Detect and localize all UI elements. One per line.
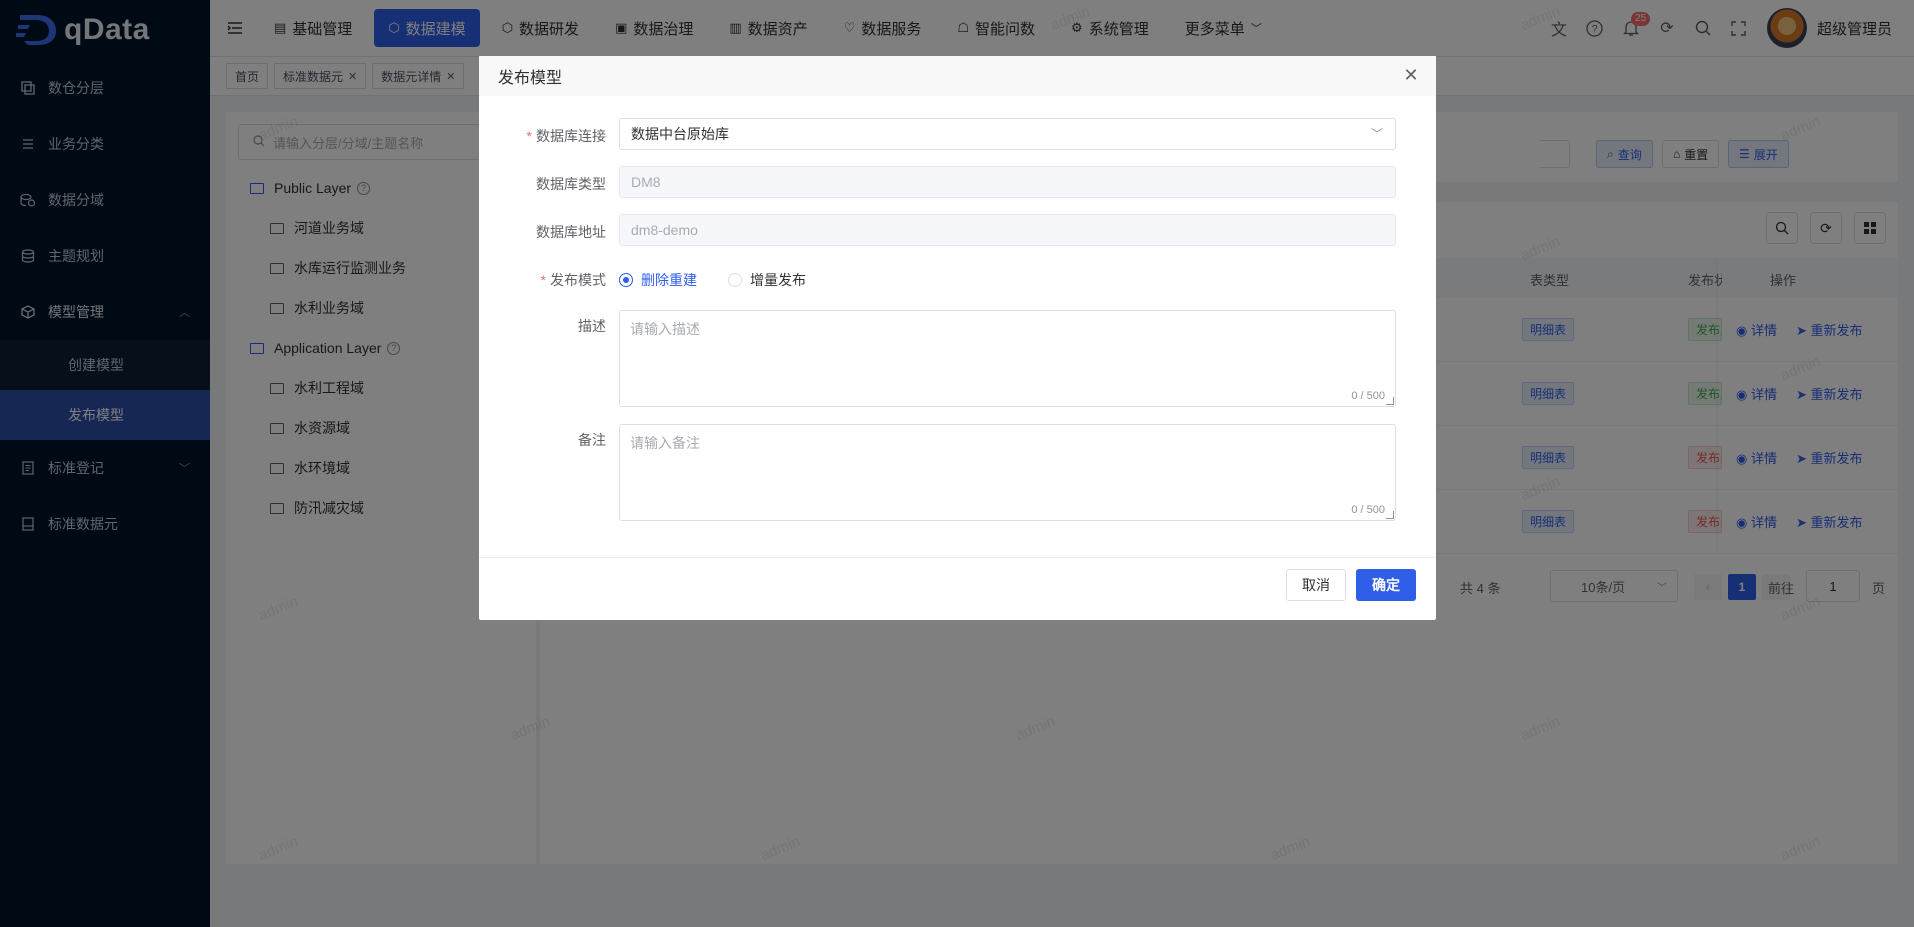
field-label: 数据库类型 — [536, 176, 606, 192]
field-label: * 发布模式 — [479, 270, 606, 290]
description-placeholder: 请输入描述 — [630, 321, 700, 337]
remark-textarea[interactable]: 请输入备注 0 / 500 — [619, 424, 1396, 521]
db-connection-value: 数据中台原始库 — [631, 126, 729, 142]
radio-incremental[interactable]: 增量发布 — [728, 270, 806, 290]
radio-label: 增量发布 — [750, 272, 806, 288]
field-label: 数据库地址 — [536, 224, 606, 240]
db-type-field: DM8 — [619, 166, 1396, 198]
description-textarea[interactable]: 请输入描述 0 / 500 — [619, 310, 1396, 407]
confirm-button[interactable]: 确定 — [1356, 569, 1416, 601]
publish-model-dialog: 发布模型 ✕ * 数据库连接 数据中台原始库 ﹀ 数据库类型 DM8 数据库地址 … — [479, 56, 1436, 620]
dialog-header: 发布模型 ✕ — [479, 56, 1436, 96]
db-address-field: dm8-demo — [619, 214, 1396, 246]
char-count: 0 / 500 — [1351, 504, 1385, 516]
field-label: * 数据库连接 — [479, 126, 606, 146]
field-label-text: 数据库连接 — [536, 128, 606, 144]
radio-checked-icon — [619, 273, 633, 287]
radio-unchecked-icon — [728, 273, 742, 287]
required-marker: * — [526, 128, 532, 144]
field-label-text: 发布模式 — [550, 272, 606, 288]
field-label: 描述 — [578, 318, 606, 334]
char-count: 0 / 500 — [1351, 390, 1385, 402]
field-label: 备注 — [578, 432, 606, 448]
db-connection-select[interactable]: 数据中台原始库 ﹀ — [619, 118, 1396, 150]
resize-handle-icon[interactable] — [1386, 511, 1394, 519]
dialog-title: 发布模型 — [498, 70, 563, 87]
close-icon[interactable]: ✕ — [1400, 64, 1422, 86]
resize-handle-icon[interactable] — [1386, 397, 1394, 405]
radio-label: 删除重建 — [641, 272, 697, 288]
required-marker: * — [540, 272, 546, 288]
remark-placeholder: 请输入备注 — [630, 435, 700, 451]
radio-rebuild[interactable]: 删除重建 — [619, 270, 697, 290]
dialog-footer: 取消 确定 — [479, 557, 1436, 620]
cancel-button[interactable]: 取消 — [1286, 569, 1346, 601]
chevron-down-icon: ﹀ — [1370, 127, 1383, 141]
